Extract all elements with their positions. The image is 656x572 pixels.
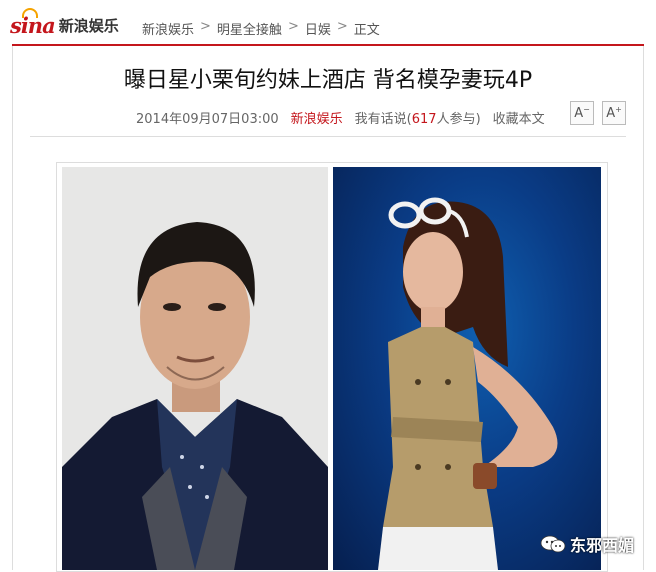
header-divider [12, 44, 644, 46]
font-decrease-button[interactable]: A − [570, 101, 594, 125]
article-title: 曝日星小栗旬约妹上酒店 背名模孕妻玩4P [123, 68, 533, 93]
actor-portrait-image [62, 222, 328, 570]
favorite-link[interactable]: 收藏本文 [493, 108, 545, 127]
sina-logo[interactable]: sina 新浪娱乐 [10, 7, 119, 38]
frame-border-left [12, 46, 13, 570]
comment-link[interactable]: 我有话说(617人参与) [355, 108, 481, 127]
breadcrumb-separator: > [336, 19, 348, 34]
breadcrumb-separator: > [200, 19, 211, 34]
frame-border-right [643, 46, 644, 570]
breadcrumb-item-article: 正文 [353, 23, 380, 38]
logo-site-name: 新浪娱乐 [58, 16, 119, 35]
font-increase-label: A [606, 105, 616, 121]
photo-actor [62, 167, 328, 570]
comment-count: 617 [411, 112, 437, 127]
comment-suffix: 人参与) [436, 112, 481, 127]
meta-divider [30, 136, 626, 137]
breadcrumb-separator: > [287, 19, 299, 34]
article-meta: 2014年09月07日03:00 新浪娱乐 我有话说(617人参与) 收藏本文 [136, 108, 545, 127]
watermark: 东邪西媚 [540, 532, 634, 556]
photo-model [333, 167, 601, 570]
logo-wordmark: sina [10, 7, 56, 38]
site-header: sina 新浪娱乐 新浪娱乐 > 明星全接触 > 日娱 > 正文 [0, 0, 656, 46]
wechat-icon [540, 535, 566, 553]
breadcrumb-item-japan[interactable]: 日娱 [305, 19, 331, 38]
article-source-link[interactable]: 新浪娱乐 [291, 108, 343, 127]
font-increase-button[interactable]: A + [602, 101, 626, 125]
breadcrumb-item-ent[interactable]: 新浪娱乐 [142, 19, 194, 38]
logo-eye-icon [22, 7, 38, 18]
breadcrumb: 新浪娱乐 > 明星全接触 > 日娱 > 正文 [142, 19, 380, 38]
article-date: 2014年09月07日03:00 [136, 112, 279, 127]
watermark-text: 东邪西媚 [570, 536, 635, 555]
comment-prefix: 我有话说( [354, 112, 412, 127]
font-decrease-label: A [574, 105, 584, 121]
breadcrumb-item-stars[interactable]: 明星全接触 [217, 19, 282, 38]
model-portrait-image [378, 197, 558, 570]
